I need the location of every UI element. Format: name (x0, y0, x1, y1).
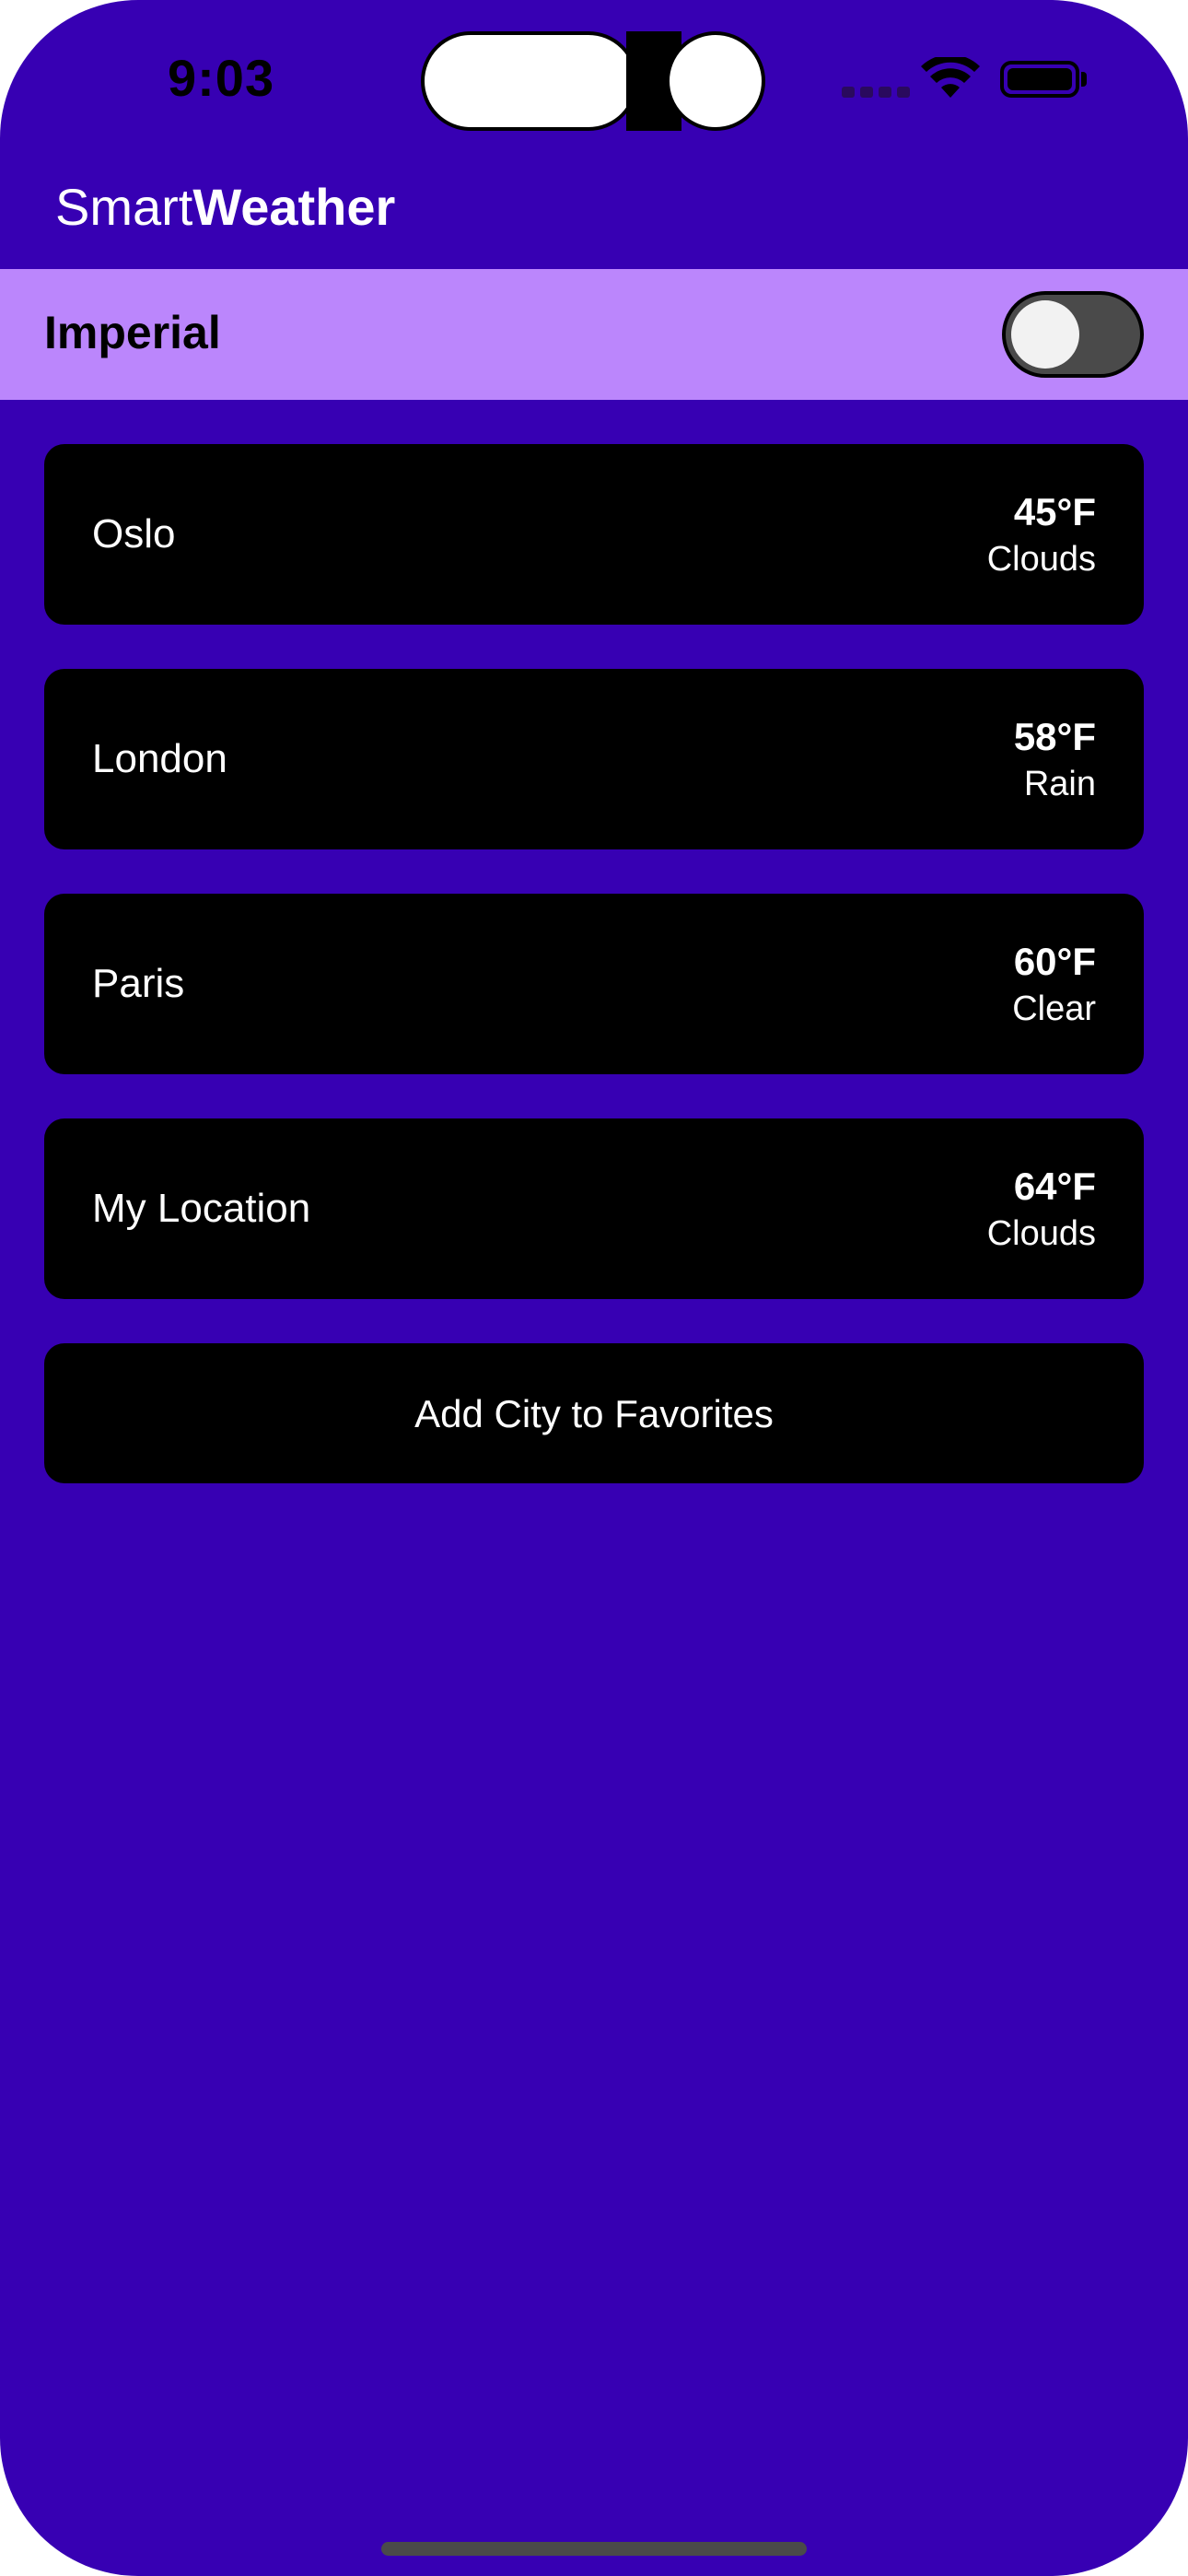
wifi-icon (921, 57, 980, 98)
city-name: Oslo (92, 511, 176, 556)
city-temperature: 64°F (1013, 1165, 1096, 1208)
favorite-cities-list: Oslo 45°F Clouds London 58°F Rain Paris … (44, 444, 1144, 1343)
app-title: SmartWeather (55, 177, 395, 237)
city-card[interactable]: My Location 64°F Clouds (44, 1118, 1144, 1299)
units-toggle[interactable] (1002, 291, 1144, 378)
city-name: Paris (92, 961, 185, 1006)
add-city-button[interactable]: Add City to Favorites (44, 1343, 1144, 1483)
battery-cap (1081, 72, 1087, 87)
app-title-bold: Weather (192, 178, 396, 236)
units-label: Imperial (44, 307, 221, 358)
dynamic-island-camera (666, 31, 765, 131)
city-condition: Clouds (986, 1214, 1096, 1253)
city-temperature: 45°F (1013, 490, 1096, 533)
city-name: London (92, 736, 227, 781)
dynamic-island (421, 31, 638, 131)
home-indicator[interactable] (381, 2542, 807, 2556)
city-condition: Rain (1023, 765, 1096, 803)
city-card[interactable]: Paris 60°F Clear (44, 894, 1144, 1074)
phone-screen: 9:03 SmartWeather Imperial Oslo 45°F Clo… (0, 0, 1188, 2576)
city-card[interactable]: Oslo 45°F Clouds (44, 444, 1144, 625)
battery-icon (1000, 61, 1079, 98)
battery-level (1007, 68, 1072, 90)
units-bar: Imperial (0, 269, 1188, 400)
city-temperature: 60°F (1013, 940, 1096, 983)
city-name: My Location (92, 1186, 311, 1231)
cellular-signal-icon (842, 87, 910, 98)
city-condition: Clouds (986, 540, 1096, 579)
city-temperature: 58°F (1013, 715, 1096, 758)
app-title-light: Smart (55, 178, 193, 236)
status-time: 9:03 (168, 49, 275, 107)
toggle-knob (1011, 300, 1079, 369)
city-condition: Clear (1012, 989, 1096, 1028)
city-card[interactable]: London 58°F Rain (44, 669, 1144, 849)
